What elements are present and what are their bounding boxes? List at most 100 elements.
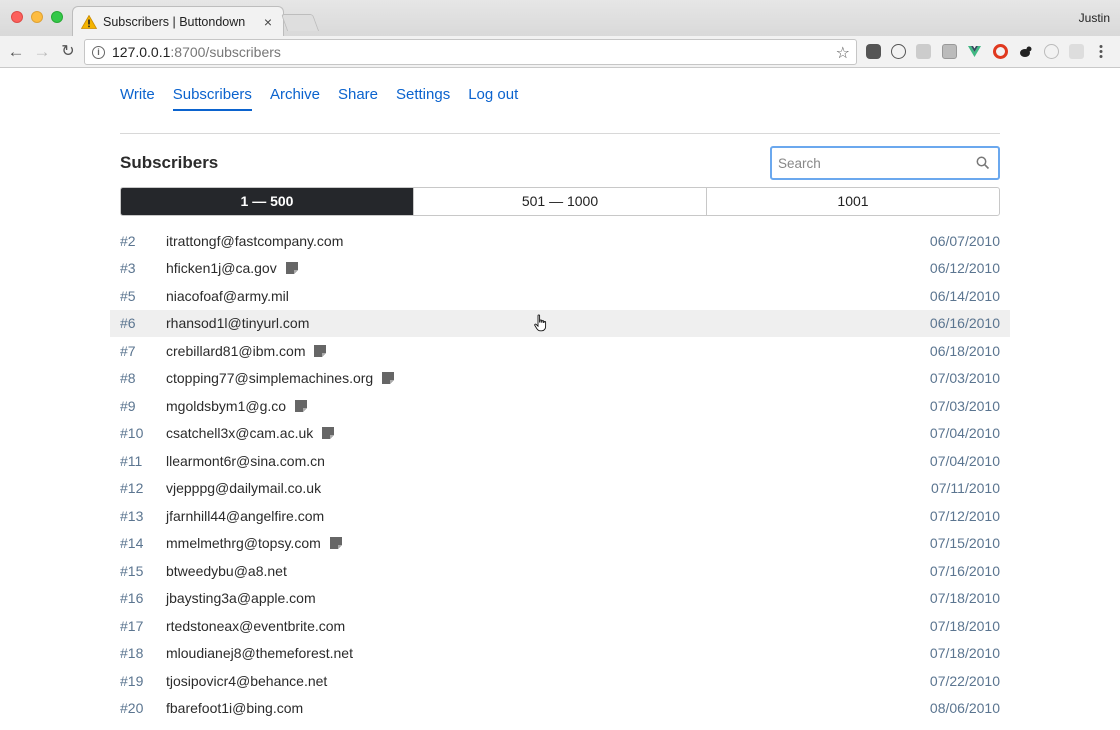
chat-extension-icon[interactable]: [916, 44, 931, 59]
page-title: Subscribers: [120, 153, 219, 172]
table-row[interactable]: #2 itrattongf@fastcompany.com 06/07/2010: [110, 227, 1010, 255]
table-row[interactable]: #15 btweedybu@a8.net 07/16/2010: [110, 557, 1010, 585]
subscription-date: 07/03/2010: [929, 397, 1000, 414]
info-extension-icon[interactable]: [891, 44, 906, 59]
segment-501-1000[interactable]: 501 — 1000: [413, 188, 706, 215]
segment-1001[interactable]: 1001: [706, 188, 999, 215]
subscriber-email[interactable]: mmelmethrg@topsy.com: [166, 535, 321, 551]
subscription-date: 07/04/2010: [929, 425, 1000, 442]
subscriber-number: #13: [120, 507, 144, 524]
subscription-date: 06/18/2010: [929, 342, 1000, 359]
main-nav: Write Subscribers Archive Share Settings…: [120, 86, 536, 111]
subscriber-number: #8: [120, 370, 136, 387]
subscriber-email[interactable]: crebillard81@ibm.com: [166, 343, 305, 359]
subscriber-number: #18: [120, 645, 144, 662]
nav-subscribers[interactable]: Subscribers: [172, 86, 252, 111]
table-row[interactable]: #11 llearmont6r@sina.com.cn 07/04/2010: [110, 447, 1010, 475]
lens-extension-icon[interactable]: [1069, 44, 1084, 59]
grid-extension-icon[interactable]: [942, 44, 957, 59]
subscriber-email[interactable]: fbarefoot1i@bing.com: [166, 700, 303, 716]
subscriber-number: #10: [120, 425, 144, 442]
table-row[interactable]: #13 jfarnhill44@angelfire.com 07/12/2010: [110, 502, 1010, 530]
segment-1-500[interactable]: 1 — 500: [121, 188, 413, 215]
table-row[interactable]: #14 mmelmethrg@topsy.com 07/15/2010: [110, 530, 1010, 558]
menu-dots-icon[interactable]: [1098, 44, 1104, 59]
subscription-date: 07/16/2010: [929, 562, 1000, 579]
address-bar[interactable]: i 127.0.0.1 :8700/subscribers ☆: [84, 39, 857, 65]
subscriber-email[interactable]: ctopping77@simplemachines.org: [166, 370, 373, 386]
table-row[interactable]: #12 vjepppg@dailymail.co.uk 07/11/2010: [110, 475, 1010, 503]
nav-log-out[interactable]: Log out: [468, 86, 518, 111]
note-icon[interactable]: [295, 399, 308, 412]
subscriber-email[interactable]: mgoldsbym1@g.co: [166, 398, 286, 414]
subscriber-email[interactable]: jfarnhill44@angelfire.com: [166, 508, 324, 524]
subscriber-number: #3: [120, 260, 136, 277]
opera-extension-icon[interactable]: [993, 44, 1008, 59]
subscriber-number: #17: [120, 617, 144, 634]
nav-archive[interactable]: Archive: [270, 86, 320, 111]
subscription-date: 06/12/2010: [929, 260, 1000, 277]
subscriber-email[interactable]: hficken1j@ca.gov: [166, 260, 277, 276]
info-icon[interactable]: i: [92, 45, 105, 59]
reload-icon[interactable]: ↻: [58, 42, 78, 62]
minimize-window-button[interactable]: [31, 11, 43, 23]
subscriber-email[interactable]: rhansod1l@tinyurl.com: [166, 315, 309, 331]
search-input[interactable]: [772, 148, 962, 178]
nav-share[interactable]: Share: [338, 86, 378, 111]
note-icon[interactable]: [285, 262, 298, 275]
subscriber-email[interactable]: vjepppg@dailymail.co.uk: [166, 480, 321, 496]
table-row[interactable]: #18 mloudianej8@themeforest.net 07/18/2010: [110, 640, 1010, 668]
subscriber-number: #20: [120, 700, 144, 717]
note-icon[interactable]: [382, 372, 395, 385]
subscriber-number: #11: [120, 452, 143, 469]
table-row[interactable]: #19 tjosipovicr4@behance.net 07/22/2010: [110, 667, 1010, 695]
nav-write[interactable]: Write: [120, 86, 155, 111]
subscriber-email[interactable]: itrattongf@fastcompany.com: [166, 233, 343, 249]
subscriber-email[interactable]: csatchell3x@cam.ac.uk: [166, 425, 313, 441]
note-icon[interactable]: [322, 427, 335, 440]
forward-arrow-icon[interactable]: →: [32, 42, 52, 62]
browser-tab[interactable]: Subscribers | Buttondown ×: [72, 6, 284, 36]
circle-extension-icon[interactable]: [1044, 44, 1059, 59]
note-icon[interactable]: [314, 344, 327, 357]
maximize-window-button[interactable]: [51, 11, 63, 23]
subscription-date: 07/12/2010: [929, 507, 1000, 524]
subscriber-email[interactable]: rtedstoneax@eventbrite.com: [166, 618, 345, 634]
table-row[interactable]: #9 mgoldsbym1@g.co 07/03/2010: [110, 392, 1010, 420]
hand-cursor-icon: [534, 314, 547, 332]
table-row[interactable]: #3 hficken1j@ca.gov 06/12/2010: [110, 255, 1010, 283]
table-row[interactable]: #6 rhansod1l@tinyurl.com 06/16/2010: [110, 309, 1010, 337]
table-row[interactable]: #20 fbarefoot1i@bing.com 08/06/2010: [110, 695, 1010, 723]
subscription-date: 06/16/2010: [929, 315, 1000, 332]
pocket-extension-icon[interactable]: [866, 44, 881, 59]
back-arrow-icon[interactable]: ←: [6, 42, 26, 62]
note-icon[interactable]: [329, 537, 342, 550]
table-row[interactable]: #16 jbaysting3a@apple.com 07/18/2010: [110, 585, 1010, 613]
vue-extension-icon[interactable]: [967, 44, 982, 59]
subscriber-email[interactable]: jbaysting3a@apple.com: [166, 590, 316, 606]
subscription-date: 07/04/2010: [929, 452, 1000, 469]
bird-extension-icon[interactable]: [1018, 44, 1033, 59]
close-window-button[interactable]: [11, 11, 23, 23]
search-icon[interactable]: [976, 156, 990, 170]
table-row[interactable]: #17 rtedstoneax@eventbrite.com 07/18/2010: [110, 612, 1010, 640]
subscription-date: 07/15/2010: [929, 535, 1000, 552]
subscriber-email[interactable]: mloudianej8@themeforest.net: [166, 645, 353, 661]
subscription-date: 07/18/2010: [929, 645, 1000, 662]
bookmark-star-icon[interactable]: ☆: [836, 43, 850, 63]
table-row[interactable]: #5 niacofoaf@army.mil 06/14/2010: [110, 282, 1010, 310]
subscriber-email[interactable]: niacofoaf@army.mil: [166, 288, 289, 304]
pagination-segments: 1 — 500 501 — 1000 1001: [120, 187, 1000, 216]
tab-close-icon[interactable]: ×: [261, 14, 275, 30]
table-row[interactable]: #8 ctopping77@simplemachines.org 07/03/201…: [110, 365, 1010, 393]
table-row[interactable]: #7 crebillard81@ibm.com 06/18/2010: [110, 337, 1010, 365]
subscriber-number: #6: [120, 315, 136, 332]
nav-settings[interactable]: Settings: [396, 86, 450, 111]
table-row[interactable]: #10 csatchell3x@cam.ac.uk 07/04/2010: [110, 420, 1010, 448]
subscriber-email[interactable]: llearmont6r@sina.com.cn: [166, 453, 325, 469]
subscriber-email[interactable]: btweedybu@a8.net: [166, 563, 287, 579]
new-tab-button[interactable]: [280, 14, 320, 31]
profile-name[interactable]: Justin: [1079, 11, 1110, 25]
subscriber-email[interactable]: tjosipovicr4@behance.net: [166, 673, 327, 689]
browser-titlebar: Subscribers | Buttondown × Justin: [0, 0, 1120, 36]
